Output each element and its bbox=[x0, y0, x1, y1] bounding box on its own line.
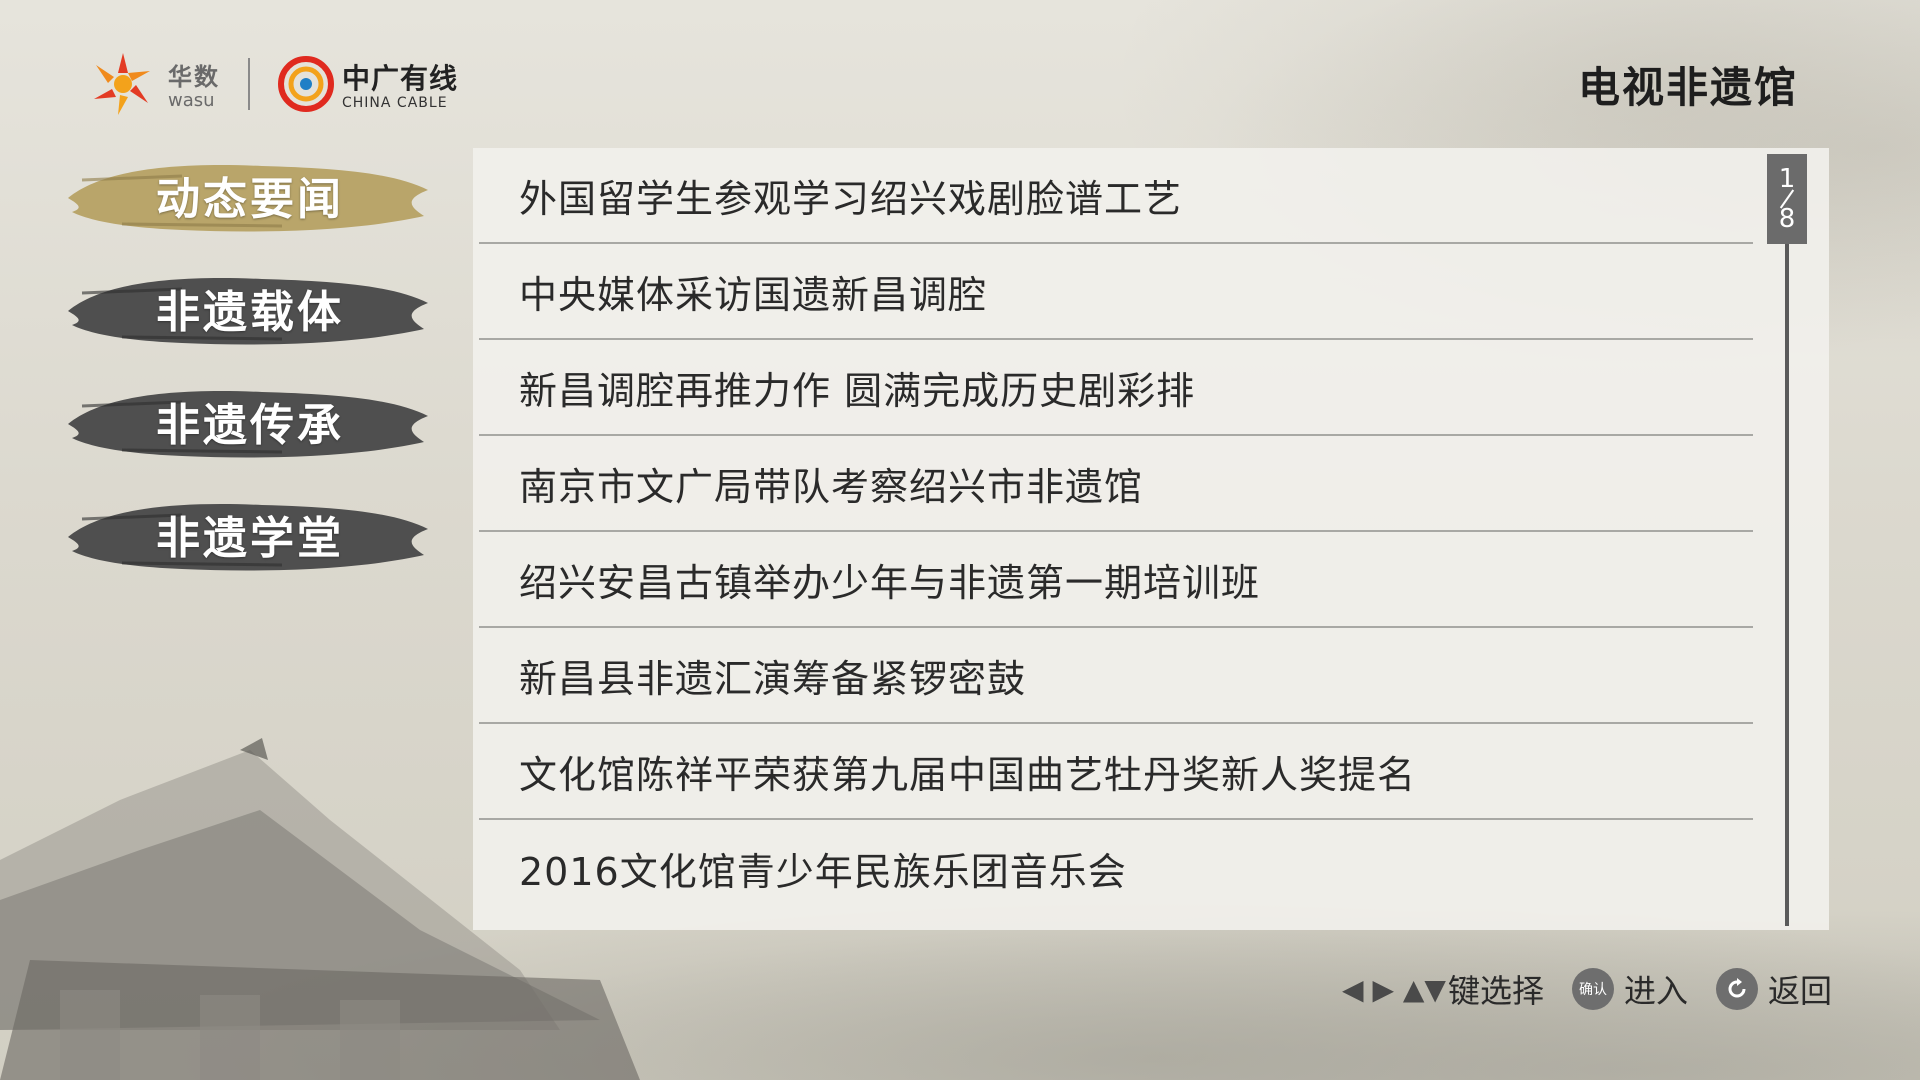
list-item[interactable]: 2016文化馆青少年民族乐团音乐会 bbox=[479, 820, 1753, 916]
select-hint: ◀ ▶ ▲▼ 键选择 bbox=[1342, 966, 1544, 1012]
back-hint: 返回 bbox=[1715, 966, 1832, 1012]
list-item[interactable]: 南京市文广局带队考察绍兴市非遗馆 bbox=[479, 436, 1753, 532]
nav-label-school: 非遗学堂 bbox=[156, 513, 344, 564]
nav-item-school[interactable]: 非遗学堂 bbox=[62, 489, 432, 579]
list-item[interactable]: 外国留学生参观学习绍兴戏剧脸谱工艺 bbox=[479, 148, 1753, 244]
list-item[interactable]: 绍兴安昌古镇举办少年与非遗第一期培训班 bbox=[479, 532, 1753, 628]
scrollbar-track[interactable] bbox=[1785, 154, 1789, 926]
nav-item-inheritance[interactable]: 非遗传承 bbox=[62, 376, 432, 466]
direction-keys-icon: ◀ ▶ ▲▼ bbox=[1342, 972, 1446, 1006]
brand-logos: 华数 wasu 中广有线 CHINA CABLE bbox=[88, 44, 458, 124]
page-title: 电视非遗馆 bbox=[1577, 63, 1798, 112]
nav-item-carriers[interactable]: 非遗载体 bbox=[62, 263, 432, 353]
page-indicator: 1 8 bbox=[1767, 154, 1807, 244]
nav-label-news: 动态要闻 bbox=[156, 174, 344, 225]
list-item[interactable]: 中央媒体采访国遗新昌调腔 bbox=[479, 244, 1753, 340]
news-list-panel: 外国留学生参观学习绍兴戏剧脸谱工艺 中央媒体采访国遗新昌调腔 新昌调腔再推力作 … bbox=[473, 148, 1829, 930]
logo-divider bbox=[248, 58, 250, 110]
nav-label-inheritance: 非遗传承 bbox=[156, 400, 344, 451]
wasu-name-en: wasu bbox=[168, 90, 215, 111]
nav-item-news[interactable]: 动态要闻 bbox=[62, 150, 432, 240]
nav-label-carriers: 非遗载体 bbox=[156, 287, 344, 338]
ok-button-icon: 确认 bbox=[1571, 968, 1614, 1010]
news-list: 外国留学生参观学习绍兴戏剧脸谱工艺 中央媒体采访国遗新昌调腔 新昌调腔再推力作 … bbox=[473, 148, 1753, 916]
enter-hint-label: 进入 bbox=[1623, 972, 1688, 1010]
list-item[interactable]: 文化馆陈祥平荣获第九届中国曲艺牡丹奖新人奖提名 bbox=[479, 724, 1753, 820]
list-item[interactable]: 新昌调腔再推力作 圆满完成历史剧彩排 bbox=[479, 340, 1753, 436]
china-cable-logo-icon bbox=[278, 56, 334, 112]
enter-hint: 确认 进入 bbox=[1571, 966, 1688, 1012]
select-hint-label: 键选择 bbox=[1447, 972, 1544, 1010]
back-arrow-icon bbox=[1715, 968, 1758, 1010]
wasu-logo-icon bbox=[94, 53, 150, 115]
list-item[interactable]: 新昌县非遗汇演筹备紧锣密鼓 bbox=[479, 628, 1753, 724]
remote-hints: ◀ ▶ ▲▼ 键选择 确认 进入 返回 bbox=[1314, 966, 1832, 1012]
china-cable-name-cn: 中广有线 bbox=[342, 62, 459, 95]
china-cable-name-en: CHINA CABLE bbox=[342, 95, 448, 111]
wasu-name-cn: 华数 bbox=[168, 63, 220, 91]
category-nav: 动态要闻 非遗载体 非遗传承 非遗学堂 bbox=[62, 150, 432, 602]
back-hint-label: 返回 bbox=[1767, 972, 1832, 1010]
